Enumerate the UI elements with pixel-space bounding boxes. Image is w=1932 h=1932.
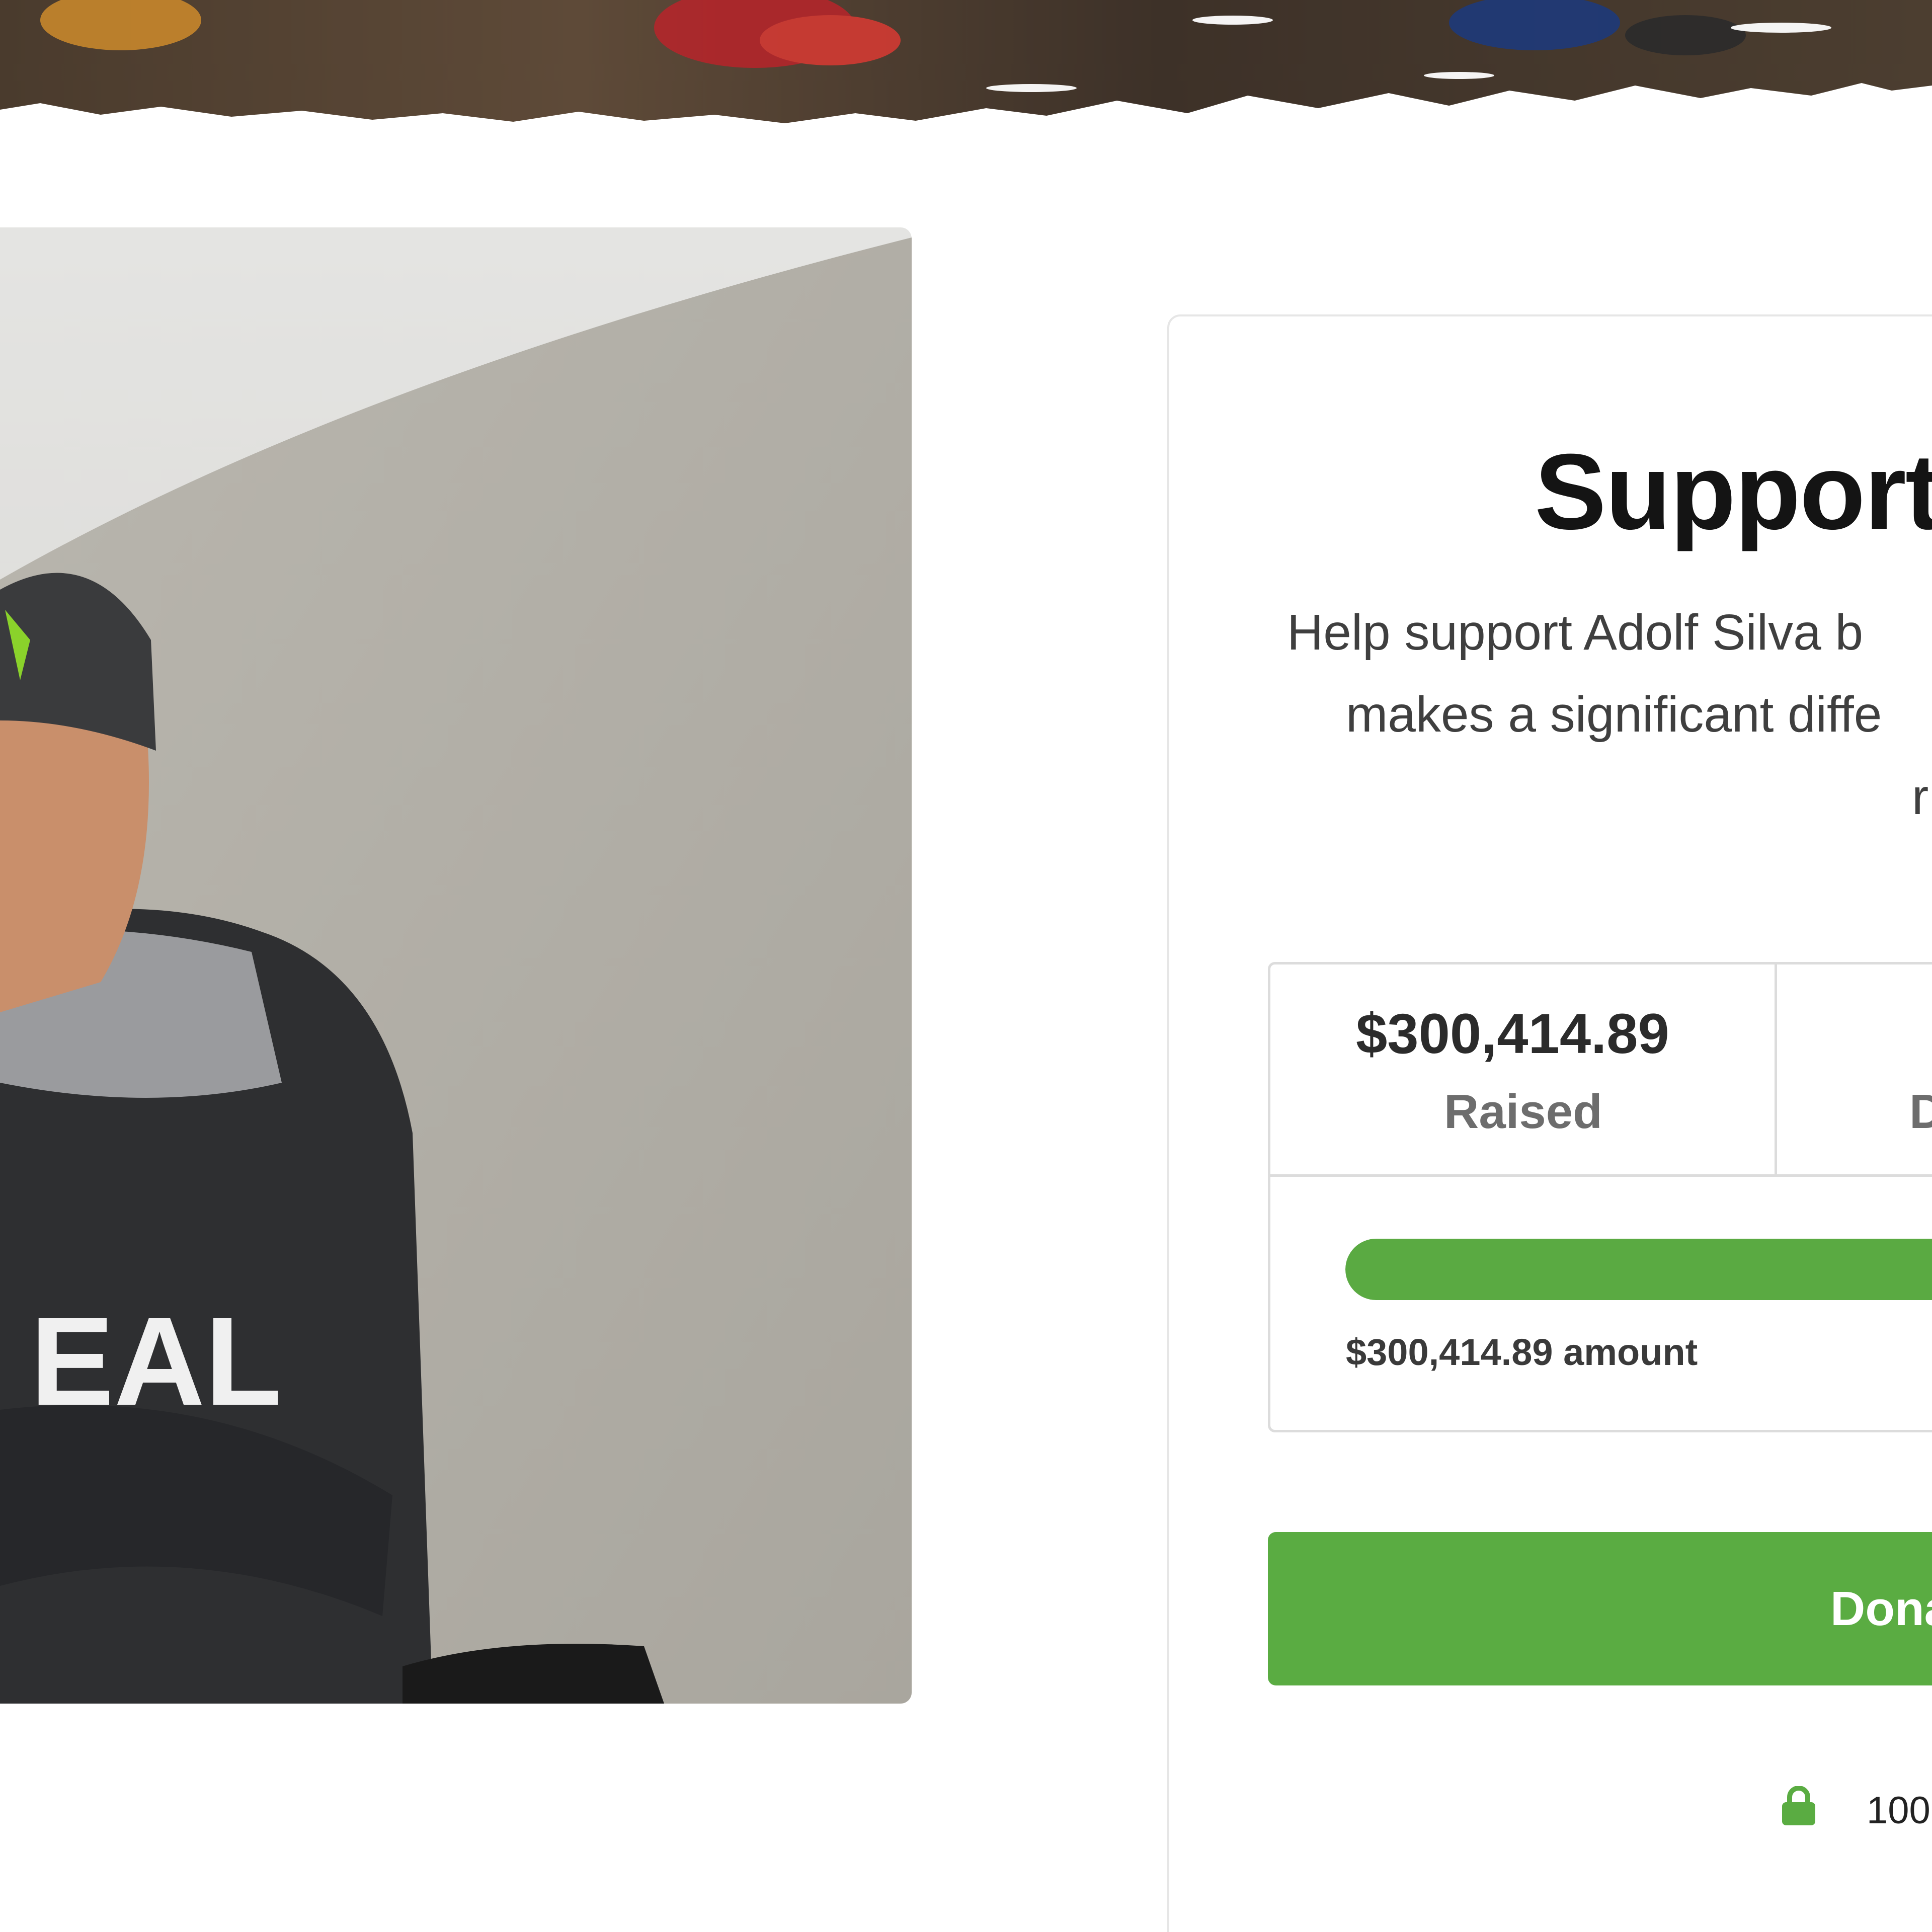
raised-amount: $300,414.89: [1356, 1002, 1669, 1065]
progress-bar-fill: [1345, 1239, 1932, 1300]
hero-banner-image: [0, 0, 1932, 126]
page: EAL Support Help support Adolf Silva b m…: [0, 0, 1932, 1932]
lock-icon: [1782, 1786, 1815, 1825]
rider-photo: EAL: [0, 227, 912, 1704]
raised-label: Raised: [1444, 1085, 1602, 1139]
donors-label: D: [1909, 1085, 1932, 1139]
donate-button[interactable]: Dona: [1268, 1532, 1932, 1685]
stats-column-divider: [1775, 962, 1777, 1176]
progress-bar: [1345, 1239, 1932, 1300]
stats-divider: [1268, 1174, 1932, 1177]
description-line-3: r: [1912, 769, 1929, 825]
card-title: Support: [1535, 432, 1932, 552]
progress-amount-text: $300,414.89 amount: [1346, 1331, 1698, 1373]
secure-donation-text: 100: [1867, 1789, 1930, 1832]
description-line-2: makes a significant diffe: [1346, 686, 1882, 743]
description-line-1: Help support Adolf Silva b: [1287, 604, 1864, 661]
